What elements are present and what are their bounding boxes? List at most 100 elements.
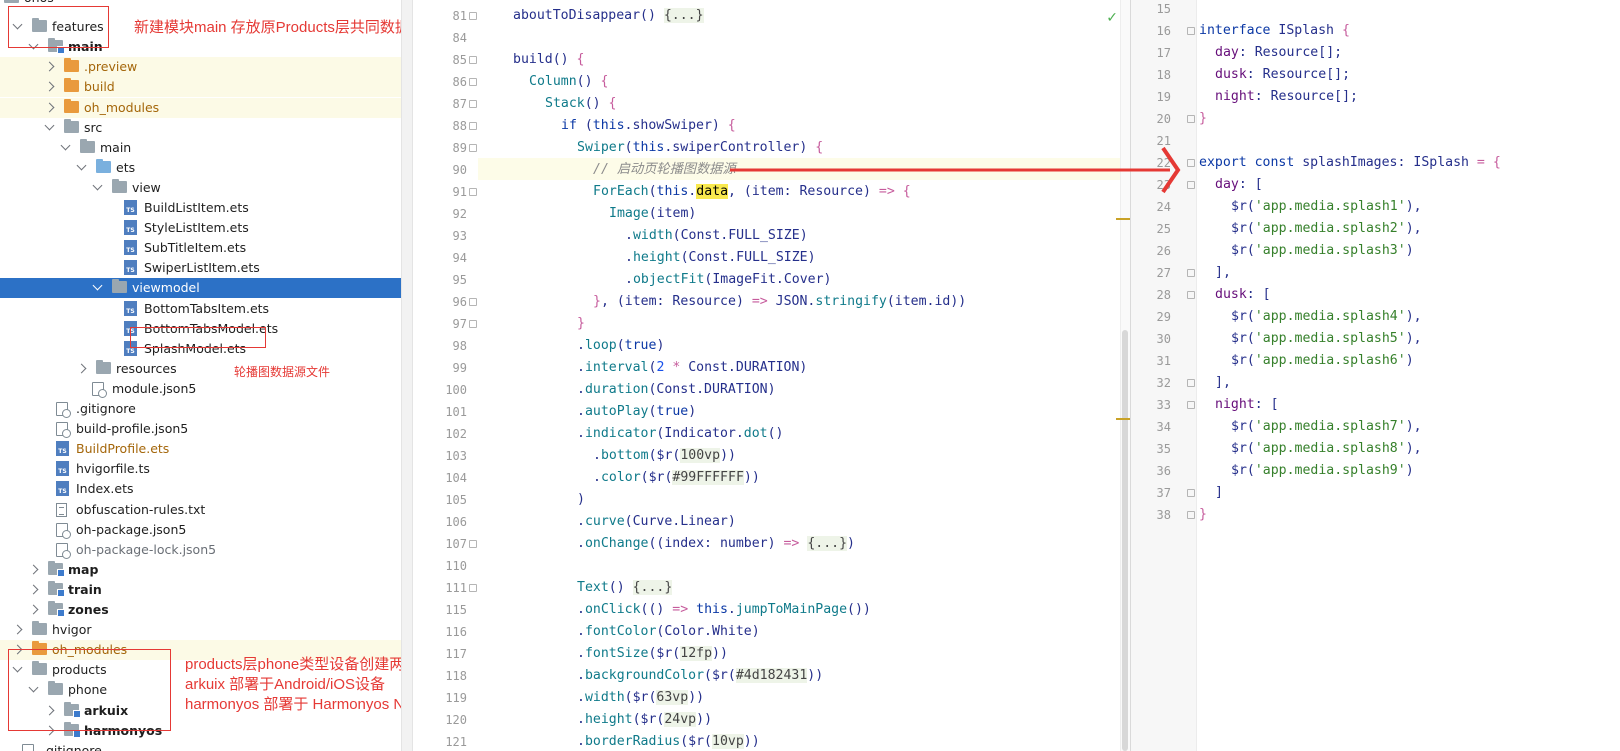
tree-item[interactable]: resources <box>0 359 413 379</box>
code-line[interactable]: .color($r(#99FFFFFF)) <box>593 467 760 489</box>
code-line[interactable]: Swiper(this.swiperController) { <box>577 137 823 159</box>
tree-item[interactable]: train <box>0 580 413 600</box>
code-line[interactable]: } <box>577 313 585 335</box>
code-line[interactable]: ], <box>1215 262 1231 284</box>
code-line[interactable]: .backgroundColor($r(#4d182431)) <box>577 665 823 687</box>
code-line[interactable]: .width(Const.FULL_SIZE) <box>625 225 808 247</box>
tree-item[interactable]: .preview <box>0 57 413 78</box>
code-line[interactable]: .curve(Curve.Linear) <box>577 511 736 533</box>
code-line[interactable]: aboutToDisappear() {...} <box>513 5 704 27</box>
code-line[interactable]: export const splashImages: ISplash = { <box>1199 152 1501 174</box>
chevron-right-icon[interactable] <box>12 624 23 635</box>
code-line[interactable]: day: Resource[]; <box>1215 42 1342 64</box>
code-editor-splash-page[interactable]: ✓ 81 aboutToDisappear() {...} 84 85 build() … <box>413 0 1130 751</box>
tree-item[interactable]: view <box>0 178 413 198</box>
fold-marker-icon[interactable] <box>1187 115 1195 123</box>
code-line[interactable]: ForEach(this.data, (item: Resource) => { <box>593 181 911 203</box>
code-line[interactable]: $r('app.media.splash7'), <box>1231 416 1422 438</box>
code-line[interactable]: $r('app.media.splash5'), <box>1231 328 1422 350</box>
chevron-down-icon[interactable] <box>60 140 71 151</box>
code-line[interactable]: $r('app.media.splash4'), <box>1231 306 1422 328</box>
tree-item[interactable]: map <box>0 560 413 580</box>
fold-marker-icon[interactable] <box>469 56 477 64</box>
code-line[interactable]: night: Resource[]; <box>1215 86 1358 108</box>
chevron-down-icon[interactable] <box>92 180 103 191</box>
tree-item[interactable]: module.json5 <box>0 379 413 399</box>
code-line[interactable]: Image(item) <box>609 203 696 225</box>
code-line[interactable]: $r('app.media.splash9') <box>1231 460 1414 482</box>
fold-marker-icon[interactable] <box>1187 511 1195 519</box>
tree-item[interactable]: TS Index.ets <box>0 479 413 499</box>
tree-item[interactable]: .gitignore <box>0 399 413 419</box>
code-line[interactable]: interface ISplash { <box>1199 20 1350 42</box>
code-line[interactable]: if (this.showSwiper) { <box>561 115 736 137</box>
fold-marker-icon[interactable] <box>469 320 477 328</box>
code-line[interactable]: .height($r(24vp)) <box>577 709 712 731</box>
chevron-right-icon[interactable] <box>44 61 55 72</box>
tree-item[interactable]: build <box>0 77 413 98</box>
code-line[interactable]: Text() {...} <box>577 577 673 599</box>
code-line[interactable]: .onChange((index: number) => {...}) <box>577 533 855 555</box>
fold-marker-icon[interactable] <box>469 144 477 152</box>
code-line[interactable]: .fontColor(Color.White) <box>577 621 760 643</box>
fold-marker-icon[interactable] <box>469 78 477 86</box>
code-line[interactable]: $r('app.media.splash6') <box>1231 350 1414 372</box>
code-line[interactable]: dusk: Resource[]; <box>1215 64 1350 86</box>
code-line[interactable]: .loop(true) <box>577 335 664 357</box>
fold-marker-icon[interactable] <box>1187 379 1195 387</box>
fold-marker-icon[interactable] <box>469 188 477 196</box>
inspection-ok-icon[interactable]: ✓ <box>1106 10 1118 26</box>
code-line[interactable]: .bottom($r(100vp)) <box>593 445 736 467</box>
tree-item[interactable]: viewmodel <box>0 278 413 299</box>
code-line[interactable]: Column() { <box>529 71 608 93</box>
fold-marker-icon[interactable] <box>1187 181 1195 189</box>
tree-item[interactable]: .gitignore <box>0 741 413 751</box>
fold-marker-icon[interactable] <box>469 298 477 306</box>
code-line[interactable]: .onClick(() => this.jumpToMainPage()) <box>577 599 871 621</box>
editor-scroll-thumb[interactable] <box>1122 330 1128 751</box>
code-line[interactable]: .height(Const.FULL_SIZE) <box>625 247 816 269</box>
tree-item[interactable]: main <box>0 138 413 158</box>
code-line[interactable]: }, (item: Resource) => JSON.stringify(it… <box>593 291 966 313</box>
tree-item[interactable]: TS BuildListItem.ets <box>0 198 413 218</box>
code-line[interactable]: day: [ <box>1215 174 1263 196</box>
tree-item[interactable]: TS StyleListItem.ets <box>0 218 413 238</box>
tree-item[interactable]: TS SwiperListItem.ets <box>0 258 413 278</box>
chevron-right-icon[interactable] <box>28 584 39 595</box>
chevron-right-icon[interactable] <box>28 604 39 615</box>
code-line[interactable]: dusk: [ <box>1215 284 1271 306</box>
panel-splitter[interactable] <box>401 0 413 751</box>
code-line[interactable]: } <box>1199 108 1207 130</box>
code-line[interactable]: .autoPlay(true) <box>577 401 696 423</box>
fold-marker-icon[interactable] <box>469 540 477 548</box>
code-line[interactable]: $r('app.media.splash1'), <box>1231 196 1422 218</box>
code-line[interactable]: .interval(2 * Const.DURATION) <box>577 357 807 379</box>
fold-marker-icon[interactable] <box>1187 401 1195 409</box>
code-line[interactable]: $r('app.media.splash3') <box>1231 240 1414 262</box>
tree-item[interactable]: hvigor <box>0 620 413 640</box>
code-line[interactable]: // 启动页轮播图数据源 <box>593 159 736 181</box>
fold-marker-icon[interactable] <box>469 100 477 108</box>
fold-marker-icon[interactable] <box>1187 159 1195 167</box>
code-line[interactable]: $r('app.media.splash8'), <box>1231 438 1422 460</box>
chevron-right-icon[interactable] <box>28 564 39 575</box>
chevron-down-icon[interactable] <box>92 280 103 291</box>
tree-item[interactable]: zones <box>0 600 413 620</box>
code-line[interactable]: Stack() { <box>545 93 616 115</box>
tree-item[interactable]: build-profile.json5 <box>0 419 413 439</box>
fold-marker-icon[interactable] <box>469 122 477 130</box>
tree-item[interactable]: TS hvigorfile.ts <box>0 459 413 479</box>
fold-marker-icon[interactable] <box>1187 269 1195 277</box>
code-line[interactable]: ) <box>577 489 585 511</box>
code-editor-splash-model[interactable]: 15 16 interface ISplash {17 day: Resource[]… <box>1130 0 1620 751</box>
code-line[interactable]: ] <box>1215 482 1223 504</box>
code-line[interactable]: .indicator(Indicator.dot() <box>577 423 783 445</box>
fold-marker-icon[interactable] <box>1187 27 1195 35</box>
code-line[interactable]: } <box>1199 504 1207 526</box>
tree-item[interactable]: ets <box>0 158 413 178</box>
fold-marker-icon[interactable] <box>469 584 477 592</box>
tree-item[interactable]: oh-package-lock.json5 <box>0 540 413 560</box>
tree-item[interactable]: oh-package.json5 <box>0 520 413 540</box>
tree-item[interactable]: src <box>0 118 413 138</box>
code-line[interactable]: .borderRadius($r(10vp)) <box>577 731 760 751</box>
